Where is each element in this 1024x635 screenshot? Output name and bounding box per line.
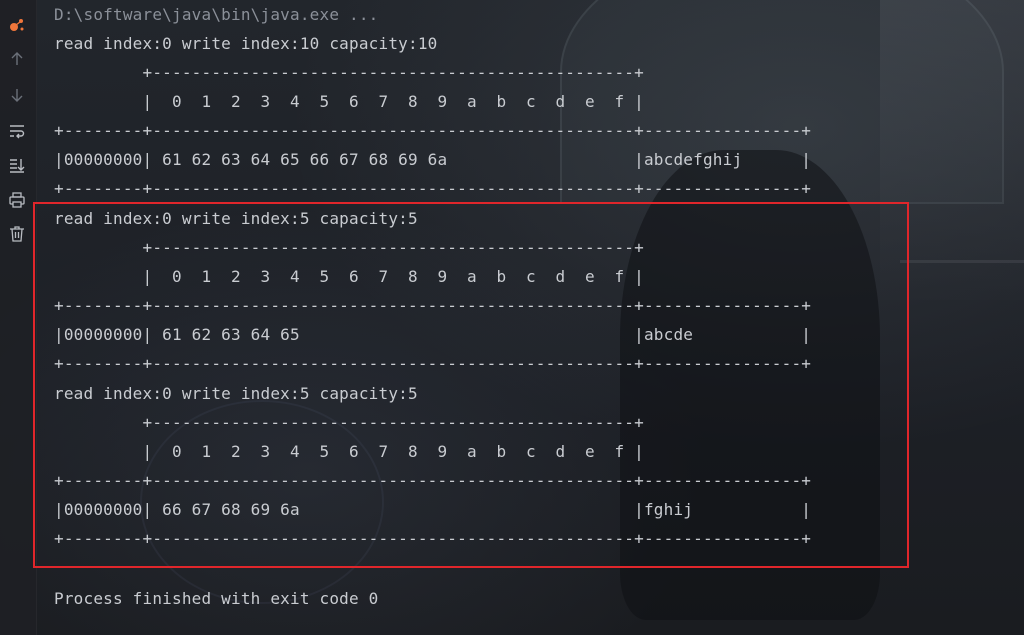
console-toolbar	[0, 0, 37, 635]
hexdump-top-border: +---------------------------------------…	[54, 63, 644, 82]
command-line: D:\software\java\bin\java.exe ...	[54, 5, 379, 24]
down-arrow-icon[interactable]	[4, 82, 30, 108]
soft-wrap-icon[interactable]	[4, 118, 30, 144]
hexdump-column-row: | 0 1 2 3 4 5 6 7 8 9 a b c d e f |	[54, 92, 644, 111]
buffer-info-header: read index:0 write index:10 capacity:10	[54, 34, 438, 53]
trash-icon[interactable]	[4, 221, 30, 247]
print-icon[interactable]	[4, 187, 30, 213]
hexdump-bottom-border: +--------+------------------------------…	[54, 179, 812, 198]
hexdump-data-row: |00000000| 61 62 63 64 65 66 67 68 69 6a…	[54, 150, 812, 169]
exit-message: Process finished with exit code 0	[54, 589, 379, 608]
run-icon[interactable]	[4, 12, 30, 38]
up-arrow-icon[interactable]	[4, 46, 30, 72]
scroll-to-end-icon[interactable]	[4, 152, 30, 178]
hexdump-separator: +--------+------------------------------…	[54, 121, 812, 140]
highlight-box	[33, 202, 909, 568]
